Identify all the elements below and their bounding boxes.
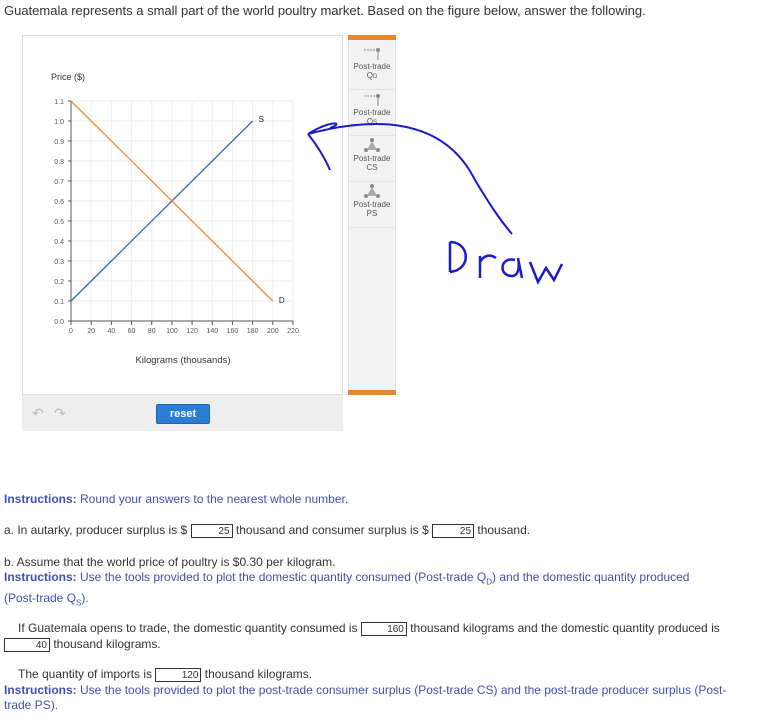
series-label-d: D xyxy=(279,296,285,305)
tool-post-trade-qd[interactable]: Post-trade QD xyxy=(349,44,395,90)
instructions-round-text: Round your answers to the nearest whole … xyxy=(80,492,349,506)
x-tick-label: 160 xyxy=(227,328,239,335)
qb-line1-prefix: If Guatemala opens to trade, the domesti… xyxy=(18,621,358,635)
y-tick-label: 0.4 xyxy=(54,239,64,246)
instructions-label: Instructions: xyxy=(4,683,77,697)
x-tick-label: 220 xyxy=(287,328,299,335)
series-line-s xyxy=(70,120,254,302)
y-tick-label: 0.2 xyxy=(54,279,64,286)
x-tick-label: 100 xyxy=(166,328,178,335)
instructions-label: Instructions: xyxy=(4,570,77,584)
y-axis-title: Price ($) xyxy=(51,72,85,82)
y-tick-label: 0.8 xyxy=(54,159,64,166)
qa-prefix: a. In autarky, producer surplus is $ xyxy=(4,523,188,537)
y-tick-label: 0.5 xyxy=(54,219,64,226)
instructions-label: Instructions: xyxy=(4,492,77,506)
redo-icon[interactable]: ↷ xyxy=(54,405,66,422)
x-tick-label: 80 xyxy=(148,328,156,335)
instructions-tools-surplus: Instructions: Use the tools provided to … xyxy=(4,683,760,713)
instructions-qty-text-2: ) and the domestic quantity produced xyxy=(492,570,690,584)
qa-suffix: thousand. xyxy=(477,523,531,537)
x-tick-label: 140 xyxy=(206,328,218,335)
qb-line2-suffix: thousand kilograms. xyxy=(53,637,161,651)
y-tick-label: 0.6 xyxy=(54,199,64,206)
quantity-imports-input[interactable]: 120 xyxy=(155,667,202,682)
instructions-surplus-text-2: trade PS). xyxy=(4,698,59,712)
qb-line1-middle: thousand kilograms and the domestic quan… xyxy=(410,621,720,635)
toolbox-scroll-down[interactable] xyxy=(348,390,396,395)
instructions-qty-text: Use the tools provided to plot the domes… xyxy=(80,570,487,584)
x-tick-label: 200 xyxy=(267,328,279,335)
x-tick-label: 60 xyxy=(128,328,136,335)
question-b-imports: The quantity of imports is 120 thousand … xyxy=(18,667,312,682)
instructions-qty-text-3: (Post-trade Q xyxy=(4,591,77,606)
question-b-produced: 40 thousand kilograms. xyxy=(4,637,161,652)
question-b-quantities: If Guatemala opens to trade, the domesti… xyxy=(18,621,758,636)
instructions-round: Instructions: Round your answers to the … xyxy=(4,492,348,506)
undo-icon[interactable]: ↶ xyxy=(32,405,44,422)
instructions-surplus-text: Use the tools provided to plot the post-… xyxy=(80,683,727,697)
y-tick-label: 0.1 xyxy=(54,299,64,306)
consumer-surplus-input[interactable]: 25 xyxy=(432,523,475,538)
x-tick-label: 20 xyxy=(87,328,95,335)
graph-controls-bar: ↶ ↷ reset xyxy=(22,395,343,431)
imports-suffix: thousand kilograms. xyxy=(204,667,313,681)
y-tick-label: 0.7 xyxy=(54,179,64,186)
question-a: a. In autarky, producer surplus is $ 25 … xyxy=(4,523,530,538)
graph-panel[interactable]: 0.0 0.1 0.2 0.3 0.4 0.5 0.6 0.7 0.8 0.9 1.0 1.1 0 20 4… xyxy=(22,35,343,395)
x-tick-label: 0 xyxy=(69,328,73,335)
producer-surplus-input[interactable]: 25 xyxy=(190,523,233,538)
series-label-s: S xyxy=(259,115,264,124)
tool-label: Post-trade xyxy=(353,62,391,71)
imports-prefix: The quantity of imports is xyxy=(18,667,153,681)
quantity-consumed-input[interactable]: 160 xyxy=(360,621,407,636)
question-b-text: b. Assume that the world price of poultr… xyxy=(4,555,336,569)
y-tick-label: 0.3 xyxy=(54,259,64,266)
reset-button[interactable]: reset xyxy=(156,404,210,424)
instructions-tools-qty: Instructions: Use the tools provided to … xyxy=(4,569,754,612)
x-tick-label: 120 xyxy=(186,328,198,335)
qa-middle: thousand and consumer surplus is $ xyxy=(235,523,429,537)
x-tick-label: 40 xyxy=(107,328,115,335)
y-tick-label: 0.9 xyxy=(54,139,64,146)
y-tick-label: 0.0 xyxy=(54,319,64,326)
instructions-qty-text-4: ). xyxy=(81,591,89,606)
x-tick-label: 180 xyxy=(247,328,259,335)
y-tick-label: 1.0 xyxy=(54,119,64,126)
x-axis-title: Kilograms (thousands) xyxy=(135,355,230,366)
y-tick-label: 1.1 xyxy=(54,99,64,106)
line-tool-icon xyxy=(349,44,395,62)
question-intro: Guatemala represents a small part of the… xyxy=(4,3,646,18)
handwritten-annotation xyxy=(307,122,564,285)
supply-demand-chart[interactable]: 0.0 0.1 0.2 0.3 0.4 0.5 0.6 0.7 0.8 0.9 1.0 1.1 0 20 4… xyxy=(23,36,344,396)
quantity-produced-input[interactable]: 40 xyxy=(4,637,50,652)
toolbox-scroll-up[interactable] xyxy=(348,35,396,40)
draw-handwriting xyxy=(448,240,564,285)
tool-subscript: D xyxy=(372,74,378,80)
